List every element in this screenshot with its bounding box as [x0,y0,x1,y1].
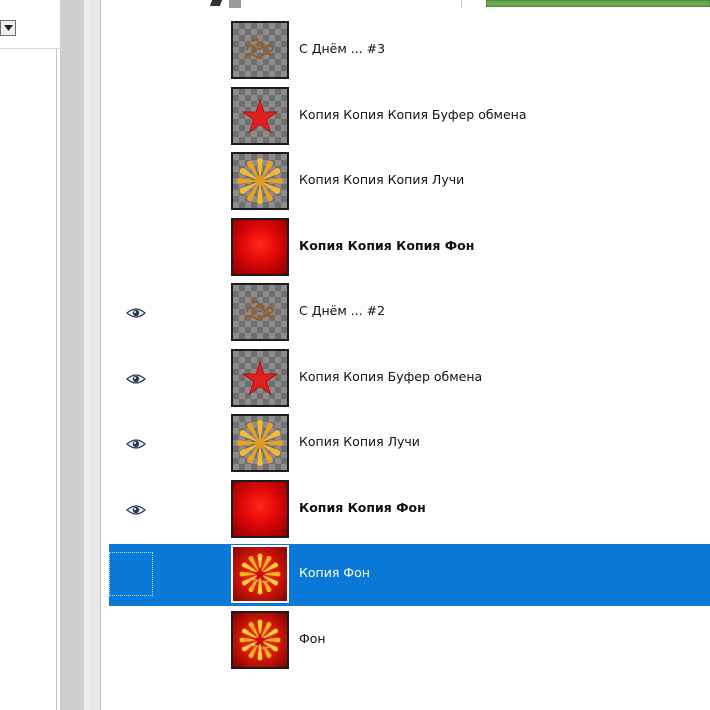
layer-thumbnail [231,217,289,276]
opacity-slider[interactable] [486,0,710,7]
layer-thumbnail [231,545,289,603]
left-panel [0,0,60,710]
toolbar-tool-icon[interactable] [229,0,241,8]
eye-icon[interactable] [126,305,146,319]
eye-icon[interactable] [126,502,146,516]
dropdown-button[interactable] [0,20,16,36]
layers-toolbar [101,0,710,12]
layer-name: Копия Копия Лучи [299,434,420,449]
layer-thumbnail [231,21,289,79]
visibility-toggle[interactable] [109,618,153,662]
layer-row[interactable]: Копия Фон [109,544,710,606]
panel-scrollbar[interactable] [60,0,84,710]
layer-name: Копия Копия Копия Фон [299,237,475,253]
layer-name: Фон [299,630,326,646]
layer-row[interactable]: Копия Копия Копия Лучи [109,151,710,213]
layer-thumbnail [231,283,289,341]
layer-name: Копия Копия Фон [299,499,426,515]
layer-row[interactable]: Копия Копия Копия Фон [109,217,710,279]
visibility-toggle[interactable] [109,552,153,596]
visibility-toggle[interactable] [109,159,153,203]
layer-row[interactable]: Фон [109,610,710,672]
layer-thumbnail [231,479,289,538]
layer-name: Копия Копия Буфер обмена [299,368,483,384]
layer-thumbnail [231,348,289,407]
toolbar-brush-icon[interactable] [209,0,223,6]
layer-row[interactable]: С Днём ... #3 [109,20,710,82]
left-panel-header [0,0,60,49]
visibility-toggle[interactable] [109,225,153,269]
layer-row[interactable]: С Днём ... #2 [109,282,710,344]
layer-name: С Днём ... #3 [299,41,386,56]
layer-name: Копия Копия Копия Буфер обмена [299,106,527,122]
visibility-toggle[interactable] [109,94,153,138]
eye-icon[interactable] [126,436,146,450]
layers-list: С Днём ... #3 Копия Копия Копия Буфер обм… [101,20,710,710]
left-panel-content [0,49,57,710]
layer-row[interactable]: Копия Копия Лучи [109,413,710,475]
layer-thumbnail [231,86,289,145]
eye-icon[interactable] [126,371,146,385]
chevron-down-icon [4,25,13,31]
layer-row[interactable]: Копия Копия Буфер обмена [109,348,710,410]
visibility-toggle[interactable] [109,28,153,72]
layer-row[interactable]: Копия Копия Копия Буфер обмена [109,86,710,148]
layer-thumbnail [231,610,289,669]
layer-name: Копия Фон [299,565,370,580]
layer-thumbnail [231,152,289,210]
panel-splitter[interactable] [90,0,101,710]
layer-thumbnail [231,414,289,472]
toolbar-divider [461,0,462,8]
layer-name: С Днём ... #2 [299,303,386,318]
layer-row[interactable]: Копия Копия Фон [109,479,710,541]
layer-name: Копия Копия Копия Лучи [299,172,465,187]
